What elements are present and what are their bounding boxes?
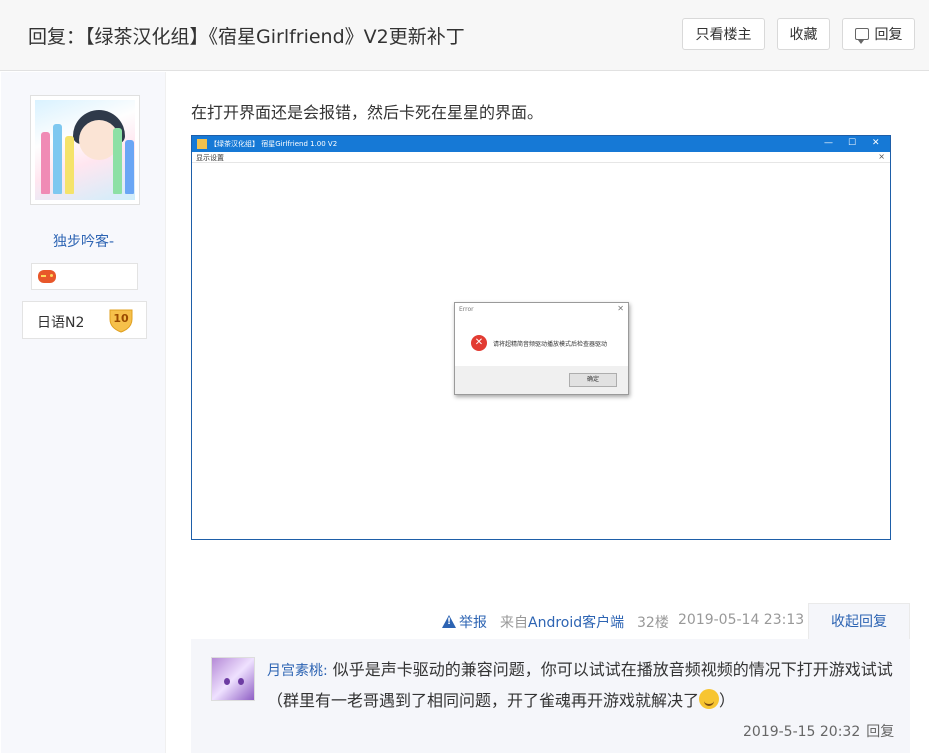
only-op-button[interactable]: 只看楼主 (682, 18, 765, 50)
close-icon: ✕ (872, 138, 880, 148)
reply-button-label: 回复 (874, 27, 903, 43)
comment-icon (854, 28, 869, 44)
level-number: 10 (113, 312, 129, 325)
author-username[interactable]: 独步吟客- (1, 231, 166, 251)
thread-header: 回复：【绿茶汉化组】《宿星Girlfriend》V2更新补丁 只看楼主 收藏 回… (0, 0, 929, 71)
error-message: 请将超精简音频驱动播放模式后检查器驱动 (493, 341, 608, 348)
avatar-image (35, 100, 135, 200)
subreply-content: 月宫素桃: 似乎是声卡驱动的兼容问题，你可以试试在播放音频视频的情况下打开游戏试… (267, 655, 897, 715)
level-shield-icon: 10 (109, 309, 133, 333)
screenshot-menubar: 显示设置 × (192, 152, 890, 163)
maximize-icon: ☐ (848, 138, 857, 148)
author-avatar[interactable] (30, 95, 140, 205)
subreply-username[interactable]: 月宫素桃: (267, 663, 328, 679)
screenshot-titlebar: 【绿茶汉化组】 宿星Girlfriend 1.00 V2 — ☐ ✕ (192, 136, 890, 152)
error-ok-button: 确定 (569, 373, 617, 387)
report-label: 举报 (459, 615, 487, 631)
favorite-button[interactable]: 收藏 (777, 18, 830, 50)
post-screenshot[interactable]: 【绿茶汉化组】 宿星Girlfriend 1.00 V2 — ☐ ✕ 显示设置 … (191, 135, 891, 540)
error-dialog-title: Error (459, 306, 474, 313)
minimize-icon: — (824, 138, 833, 148)
subreply-avatar[interactable] (211, 657, 255, 701)
app-icon (197, 139, 207, 149)
collapse-replies-button[interactable]: 收起回复 (808, 603, 910, 640)
dialog-close-icon: ✕ (617, 304, 624, 313)
reply-button[interactable]: 回复 (842, 18, 915, 50)
subreply-item: 月宫素桃: 似乎是声卡驱动的兼容问题，你可以试试在播放音频视频的情况下打开游戏试… (191, 639, 910, 753)
subreply-text: 似乎是声卡驱动的兼容问题，你可以试试在播放音频视频的情况下打开游戏试试（群里有一… (267, 660, 893, 710)
author-sidebar: 独步吟客- 日语N2 10 (1, 72, 166, 753)
error-dialog: Error ✕ ✕ 请将超精简音频驱动播放模式后检查器驱动 确定 (454, 302, 629, 395)
report-link[interactable]: 举报 (442, 612, 487, 632)
screenshot-menu-item: 显示设置 (196, 154, 224, 162)
author-level[interactable]: 日语N2 10 (22, 301, 147, 339)
gamepad-icon (38, 270, 56, 283)
subreply-reply-link[interactable]: 回复 (866, 724, 894, 740)
subreply-meta: 2019-5-15 20:32 回复 (743, 721, 894, 741)
author-badge[interactable] (31, 263, 138, 290)
screenshot-window-title: 【绿茶汉化组】 宿星Girlfriend 1.00 V2 (210, 140, 338, 148)
smile-emoji-icon (699, 689, 720, 709)
subreply-text-end: ） (719, 691, 736, 710)
post-content: 在打开界面还是会报错，然后卡死在星星的界面。 (191, 103, 544, 122)
thread-title: 回复：【绿茶汉化组】《宿星Girlfriend》V2更新补丁 (28, 26, 465, 48)
floor-number: 32楼 (637, 615, 669, 631)
source-prefix: 来自 (500, 615, 528, 631)
error-dialog-footer: 确定 (455, 366, 628, 394)
level-name: 日语N2 (37, 315, 85, 331)
post-source: 来自Android客户端 (500, 612, 624, 632)
warning-icon (442, 615, 456, 628)
post-date: 2019-05-14 23:13 (678, 612, 805, 628)
subreply-date: 2019-5-15 20:32 (743, 724, 861, 740)
client-link[interactable]: Android客户端 (528, 615, 624, 631)
error-icon: ✕ (471, 335, 487, 351)
menu-close-icon: × (878, 152, 885, 161)
